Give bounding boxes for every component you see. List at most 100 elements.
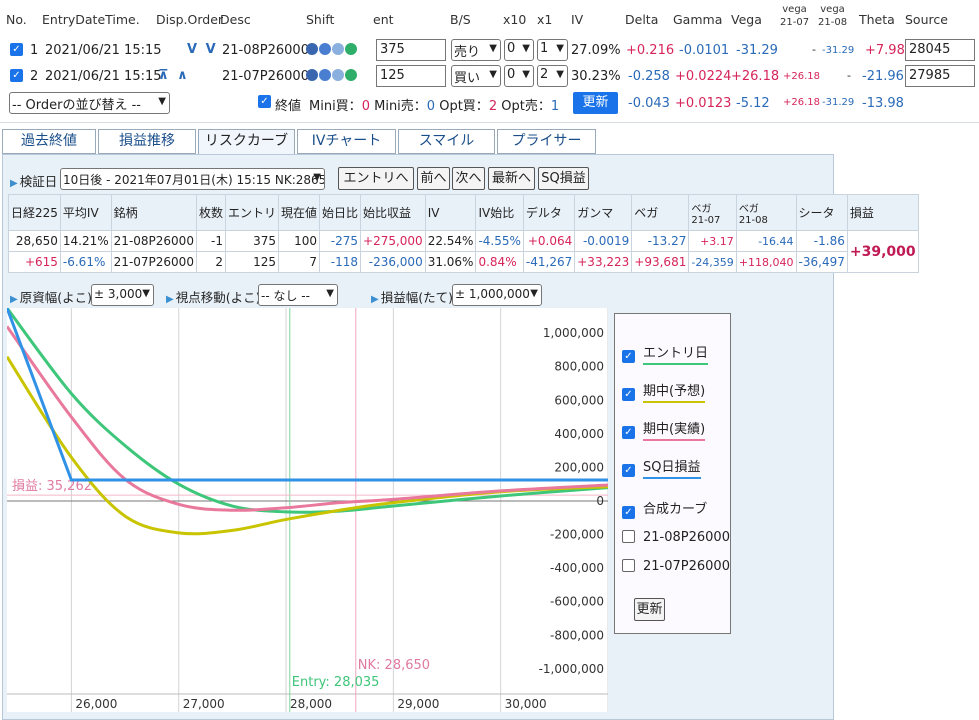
legend-midterm-actual[interactable]: ✓ 期中(実績) — [622, 418, 706, 441]
total-vega: -5.12 — [736, 96, 770, 111]
legend-composite[interactable]: ✓ 合成カーブ — [622, 498, 707, 519]
x10-select[interactable]: 0 ▼ — [504, 65, 534, 87]
chg-cell: -118 — [318, 251, 362, 273]
sort-select[interactable]: -- Orderの並び替え -- ▼ — [9, 92, 170, 114]
row-theta: +7.98 — [865, 43, 905, 58]
col-desc: Desc — [220, 12, 251, 27]
row-gamma: +0.0224 — [675, 69, 732, 84]
legend-leg-1[interactable]: 21-08P26000 — [622, 528, 730, 545]
pl-range-label: ▶ 損益幅(たて) — [371, 290, 453, 305]
risk-curve-svg[interactable]: 1,000,000 800,000 600,000 400,000 200,000 0 -2… — [5, 307, 620, 712]
shift-left-icon[interactable] — [319, 43, 331, 55]
y-tick-label: -400,000 — [550, 561, 604, 575]
x-tick-label: 26,000 — [75, 697, 117, 711]
shift-icons[interactable] — [306, 69, 358, 84]
legend-checkbox[interactable] — [622, 530, 635, 543]
order-arrows[interactable]: V V — [187, 42, 218, 57]
row-vega-2107: - — [812, 43, 816, 56]
total-theta: -13.98 — [862, 96, 904, 111]
col-theta: Theta — [859, 12, 895, 27]
viewpoint-select[interactable]: -- なし -- ▼ — [258, 284, 338, 306]
prev-button[interactable]: 前へ — [417, 167, 450, 190]
row-checkbox[interactable]: ✓ — [10, 43, 23, 56]
total-vega-2108: -31.29 — [822, 97, 855, 108]
legend-checkbox[interactable]: ✓ — [622, 350, 635, 363]
total-pl-cell: +39,000 — [846, 230, 919, 273]
ent-input[interactable]: 125 — [376, 65, 446, 87]
qty-cell: 2 — [195, 251, 226, 273]
shift-left-icon[interactable] — [319, 69, 331, 81]
sq-pl-button[interactable]: SQ損益 — [538, 167, 589, 190]
y-tick-label: -1,000,000 — [539, 662, 604, 676]
x-tick-label: 28,000 — [290, 697, 332, 711]
nk225-chg: +615 — [8, 251, 61, 273]
shift-down-icon[interactable] — [306, 43, 318, 55]
col-entry-date: EntryDateTime. — [42, 12, 140, 27]
source-input[interactable]: 27985 — [905, 65, 975, 87]
legend-checkbox[interactable] — [622, 559, 635, 572]
legend-checkbox[interactable]: ✓ — [622, 388, 635, 401]
to-entry-button[interactable]: エントリへ — [338, 167, 414, 190]
tab-pl-trend[interactable]: 損益推移 — [98, 129, 196, 154]
order-arrows[interactable]: ⊼ ∧ — [158, 68, 190, 83]
triangle-icon: ▶ — [10, 294, 18, 305]
verify-date-label: ▶ 検証日 — [10, 174, 58, 189]
row-vega-2107: +26.18 — [783, 71, 821, 82]
th-avg-iv: 平均IV — [59, 194, 112, 231]
row-delta: -0.258 — [628, 69, 670, 84]
order-counts: Mini買：0 Mini売：0 Opt買：2 Opt売：1 — [309, 99, 560, 114]
legend-leg-2[interactable]: 21-07P26000 — [622, 557, 730, 574]
shift-icons[interactable] — [306, 43, 358, 58]
legend-checkbox[interactable]: ✓ — [622, 506, 635, 519]
legend-entry-day[interactable]: ✓ エントリ日 — [622, 342, 709, 365]
verify-date-select[interactable]: 10日後 - 2021年07月01日(木) 15:15 NK:28650 ▼ — [60, 168, 325, 190]
shift-down-icon[interactable] — [306, 69, 318, 81]
vega-2108-cell: +118,040 — [735, 251, 797, 273]
col-vega-2107: vega 21-07 — [780, 4, 810, 28]
price-range-select[interactable]: ± 3,000 ▼ — [91, 284, 154, 306]
x1-select[interactable]: 2 ▼ — [537, 65, 568, 87]
shift-right-icon[interactable] — [332, 43, 344, 55]
source-input[interactable]: 28045 — [905, 39, 975, 61]
bs-select[interactable]: 買い ▼ — [451, 65, 501, 87]
price-cell: 7 — [277, 251, 321, 273]
shift-up-icon[interactable] — [345, 69, 357, 81]
tab-pricer[interactable]: プライサー — [497, 129, 596, 154]
legend-checkbox[interactable]: ✓ — [622, 426, 635, 439]
tab-iv-chart[interactable]: IVチャート — [297, 129, 396, 154]
legend-sq-pl[interactable]: ✓ SQ日損益 — [622, 456, 701, 479]
tab-risk-curve[interactable]: リスクカーブ — [198, 129, 295, 155]
row-date: 2021/06/21 15:15 — [45, 43, 162, 58]
row-desc: 21-08P26000 — [222, 43, 309, 58]
legend-midterm-forecast[interactable]: ✓ 期中(予想) — [622, 380, 706, 403]
x10-select[interactable]: 0 ▼ — [504, 39, 534, 61]
row-theta: -21.96 — [862, 69, 904, 84]
x1-select[interactable]: 1 ▼ — [537, 39, 568, 61]
chg-cell: -275 — [318, 230, 362, 252]
divider — [0, 122, 979, 123]
latest-button[interactable]: 最新へ — [488, 167, 535, 190]
tab-smile[interactable]: スマイル — [398, 129, 495, 154]
update-button[interactable]: 更新 — [573, 92, 618, 114]
col-bs: B/S — [450, 12, 471, 27]
col-source: Source — [905, 12, 948, 27]
avg-iv-chg: -6.61% — [59, 251, 112, 273]
legend-update-button[interactable]: 更新 — [634, 598, 665, 621]
next-button[interactable]: 次へ — [452, 167, 485, 190]
close-checkbox[interactable]: ✓ — [258, 95, 271, 108]
row-checkbox[interactable]: ✓ — [10, 69, 23, 82]
pl-range-select[interactable]: ± 1,000,000 ▼ — [452, 284, 542, 306]
legend-checkbox[interactable]: ✓ — [622, 464, 635, 477]
total-vega-2107: +26.18 — [783, 97, 821, 108]
row-vega: +26.18 — [731, 69, 780, 84]
vega-2108-cell: -16.44 — [735, 230, 797, 252]
bs-select[interactable]: 売り ▼ — [451, 39, 501, 61]
shift-up-icon[interactable] — [345, 43, 357, 55]
th-total-pl: 損益 — [846, 194, 919, 231]
symbol-cell: 21-07P26000 — [110, 251, 197, 273]
shift-right-icon[interactable] — [332, 69, 344, 81]
tab-past-close[interactable]: 過去終値 — [2, 129, 96, 154]
totals-row: -- Orderの並び替え -- ▼ ✓ 終値 Mini買：0 Mini売：0 O… — [0, 90, 979, 116]
y-tick-label: 800,000 — [554, 360, 604, 374]
ent-input[interactable]: 375 — [376, 39, 446, 61]
